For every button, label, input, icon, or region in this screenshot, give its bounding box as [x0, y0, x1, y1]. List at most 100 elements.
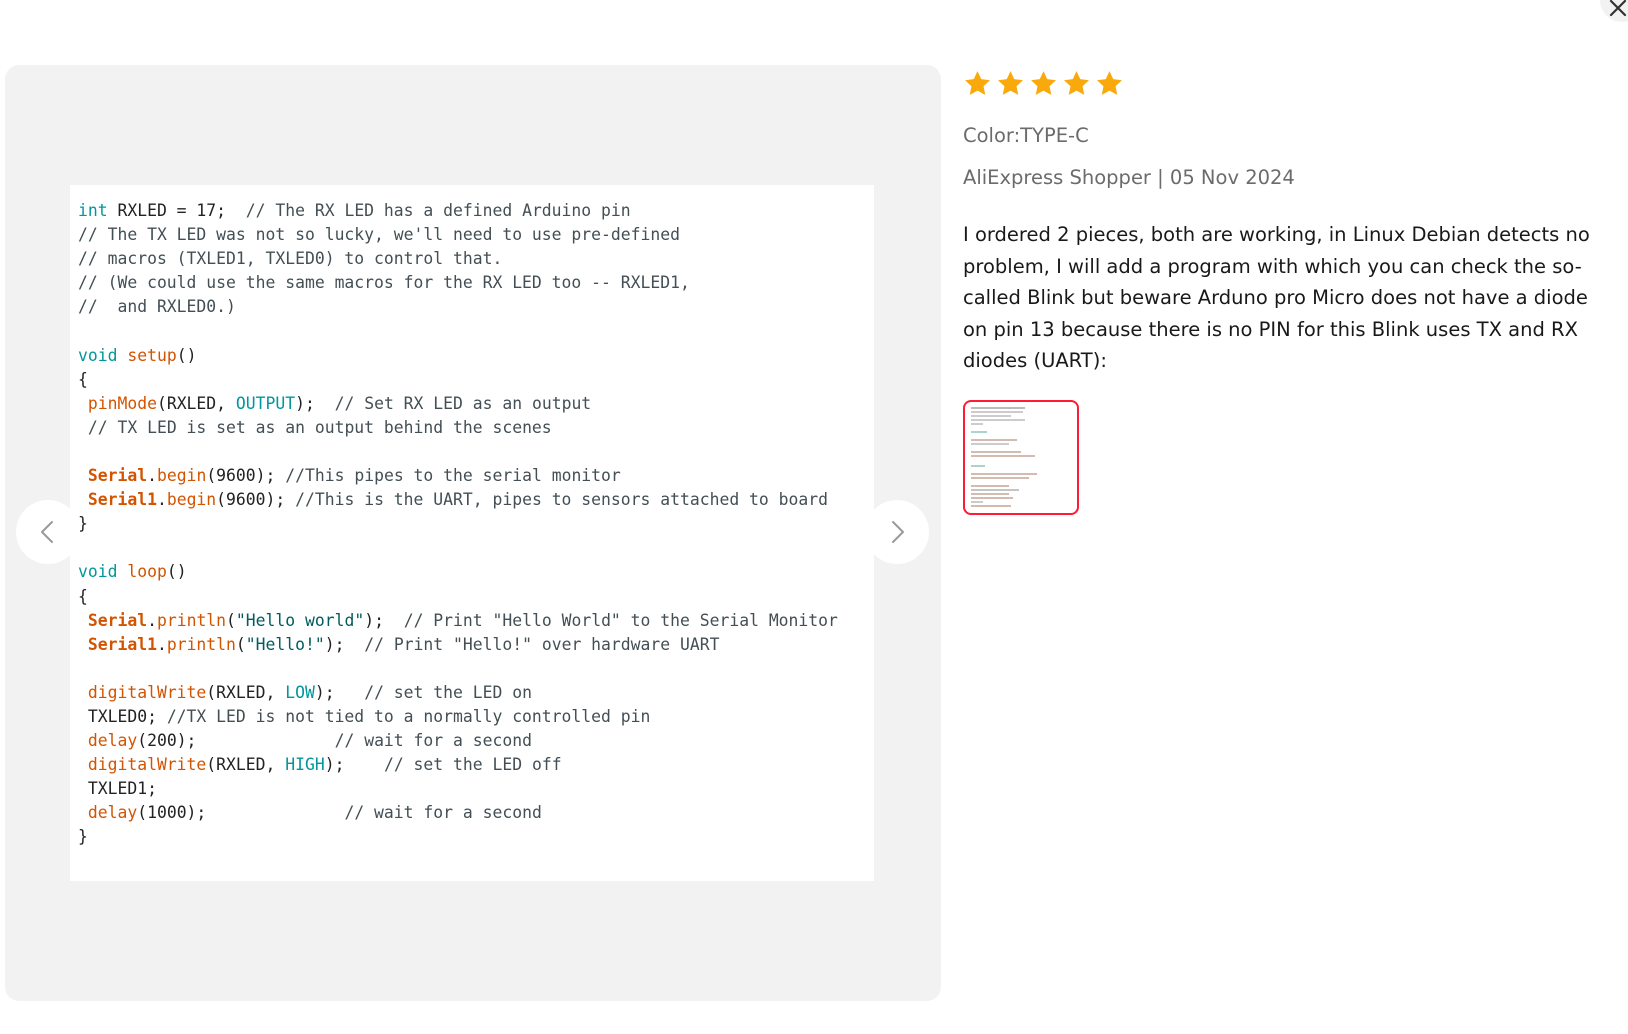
code-token: delay	[87, 803, 138, 823]
code-line: // macros (TXLED1, TXLED0) to control th…	[78, 247, 866, 271]
code-thumbnail-preview	[971, 407, 1037, 507]
code-token: (RXLED,	[206, 755, 286, 775]
code-token: .	[156, 634, 167, 654]
review-author-date: AliExpress Shopper | 05 Nov 2024	[963, 166, 1295, 189]
code-token: Serial	[87, 610, 148, 630]
code-line: // TX LED is set as an output behind the…	[78, 416, 866, 440]
code-line: TXLED0; //TX LED is not tied to a normal…	[78, 705, 866, 729]
code-token: (9600);	[216, 490, 296, 510]
code-line: void setup()	[78, 344, 866, 368]
code-token: );	[295, 393, 335, 413]
next-image-button[interactable]	[865, 500, 929, 564]
star-icon	[1062, 69, 1091, 98]
code-line: {	[78, 368, 866, 392]
code-token: loop	[127, 562, 167, 582]
code-token: );	[364, 610, 404, 630]
star-icon	[1095, 69, 1124, 98]
code-token: // The TX LED was not so lucky, we'll ne…	[78, 225, 680, 245]
code-token: //TX LED is not tied to a normally contr…	[166, 706, 651, 726]
review-photo-code-screenshot: int RXLED = 17; // The RX LED has a defi…	[70, 185, 874, 881]
code-token: ()	[166, 562, 187, 582]
star-icon	[1029, 69, 1058, 98]
code-token: // Print "Hello!" over hardware UART	[364, 634, 720, 654]
code-token: HIGH	[285, 755, 325, 775]
close-button[interactable]	[1600, 0, 1628, 22]
code-line: Serial1.begin(9600); //This is the UART,…	[78, 488, 866, 512]
review-photo-thumbnail[interactable]	[963, 399, 1079, 515]
code-token: void	[78, 562, 118, 582]
star-icon	[996, 69, 1025, 98]
code-token: {	[78, 586, 88, 606]
review-image-viewer: int RXLED = 17; // The RX LED has a defi…	[5, 65, 941, 1001]
close-icon	[1609, 0, 1627, 17]
code-token: Serial1	[87, 634, 157, 654]
chevron-left-icon	[41, 521, 53, 543]
code-line: // (We could use the same macros for the…	[78, 271, 866, 295]
code-token: // macros (TXLED1, TXLED0) to control th…	[78, 249, 503, 269]
code-token: //This is the UART, pipes to sensors att…	[295, 490, 828, 510]
code-token: println	[156, 610, 227, 630]
code-token: {	[78, 369, 88, 389]
product-variant: Color:TYPE-C	[963, 124, 1089, 147]
code-token: .	[147, 610, 157, 630]
code-line: digitalWrite(RXLED, HIGH); // set the LE…	[78, 753, 866, 777]
code-line: // and RXLED0.)	[78, 295, 866, 319]
code-line: {	[78, 585, 866, 609]
code-token: void	[78, 345, 118, 365]
code-token: // Set RX LED as an output	[334, 393, 592, 413]
code-line: }	[78, 825, 866, 849]
code-token: println	[166, 634, 236, 654]
code-token: (200);	[137, 731, 335, 751]
code-token: (	[235, 634, 246, 654]
code-token: .	[147, 466, 157, 486]
code-token: );	[324, 755, 384, 775]
code-token: "Hello world"	[235, 610, 365, 630]
code-line: Serial.begin(9600); //This pipes to the …	[78, 464, 866, 488]
code-token: .	[156, 490, 167, 510]
code-token: delay	[87, 731, 138, 751]
code-token: (RXLED,	[206, 682, 286, 702]
code-token: );	[324, 634, 365, 654]
code-token: OUTPUT	[235, 393, 296, 413]
code-line: TXLED1;	[78, 777, 866, 801]
code-token: int	[78, 201, 108, 220]
code-line: Serial1.println("Hello!"); // Print "Hel…	[78, 633, 866, 657]
code-token: // The RX LED has a defined Arduino pin	[245, 201, 631, 220]
code-token: // and RXLED0.)	[78, 297, 236, 317]
code-token: pinMode	[87, 393, 157, 413]
code-token: }	[78, 827, 88, 847]
code-token: // (We could use the same macros for the…	[78, 273, 690, 293]
code-token: digitalWrite	[87, 755, 207, 775]
code-token: // TX LED is set as an output behind the…	[87, 417, 552, 437]
star-icon	[963, 69, 992, 98]
code-listing: int RXLED = 17; // The RX LED has a defi…	[70, 185, 874, 850]
code-token: (1000);	[137, 803, 345, 823]
code-token: LOW	[285, 682, 315, 702]
code-token: digitalWrite	[87, 682, 207, 702]
code-token: ()	[176, 345, 197, 365]
code-line: delay(1000); // wait for a second	[78, 801, 866, 825]
code-token: setup	[127, 345, 177, 365]
previous-image-button[interactable]	[16, 500, 80, 564]
code-token: begin	[156, 466, 207, 486]
code-token: RXLED = 17;	[107, 201, 246, 220]
code-token: );	[314, 682, 365, 702]
code-token: // set the LED off	[383, 755, 562, 775]
code-token: "Hello!"	[245, 634, 325, 654]
review-details: Color:TYPE-C AliExpress Shopper | 05 Nov…	[963, 62, 1628, 515]
code-line: // The TX LED was not so lucky, we'll ne…	[78, 223, 866, 247]
code-token: // wait for a second	[334, 731, 532, 751]
